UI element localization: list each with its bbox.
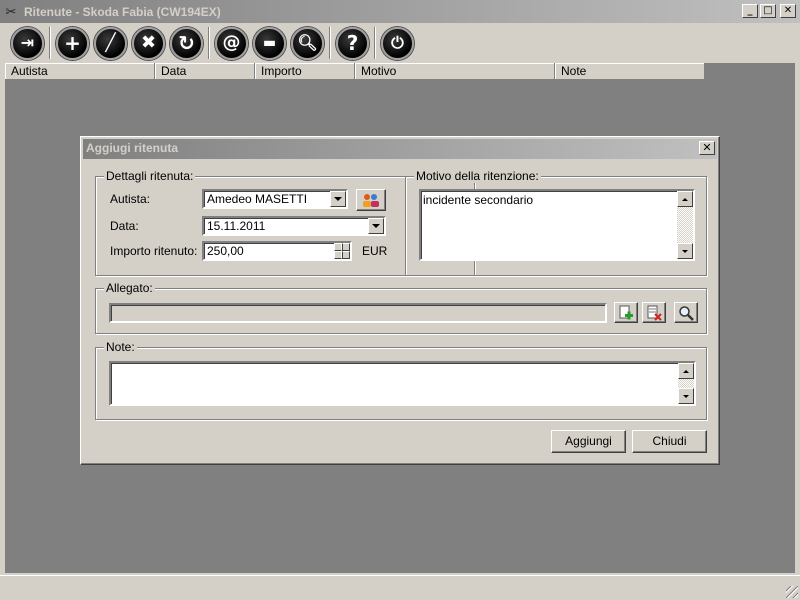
autista-value: Amedeo MASETTI <box>207 192 308 206</box>
add-attachment-icon[interactable] <box>614 302 638 323</box>
remove-attachment-icon[interactable] <box>642 302 666 323</box>
importo-label: Importo ritenuto: <box>110 244 198 258</box>
toolbar-separator <box>329 27 331 59</box>
attachment-group: Allegato: <box>95 281 707 334</box>
dialog-title: Aggiugi ritenuta <box>86 141 178 155</box>
column-header-importo[interactable]: Importo <box>255 63 355 80</box>
spin-down-icon[interactable] <box>334 251 350 259</box>
delete-icon[interactable]: ✖ <box>132 26 165 60</box>
window-title: Ritenute - Skoda Fabia (CW194EX) <box>24 4 221 19</box>
column-header-autista[interactable]: Autista <box>5 63 155 80</box>
exit-icon[interactable]: ⇥ <box>11 26 44 60</box>
people-icon[interactable] <box>356 189 386 211</box>
note-scrollbar[interactable] <box>678 363 694 404</box>
data-value: 15.11.2011 <box>207 219 266 233</box>
toolbar: ⇥ + ╱ ✖ ↻ @ ▬ 🔍︎ ? ⏻ <box>0 23 800 63</box>
spin-buttons[interactable] <box>334 243 350 259</box>
scroll-down-icon[interactable] <box>678 388 694 404</box>
data-label: Data: <box>110 219 139 233</box>
toolbar-separator <box>374 27 376 59</box>
note-textarea[interactable] <box>109 361 696 406</box>
autista-select[interactable]: Amedeo MASETTI <box>202 189 348 209</box>
reason-value: incidente secondario <box>423 193 534 207</box>
add-icon[interactable]: + <box>56 26 89 60</box>
add-withholding-dialog: Aggiugi ritenuta ✕ Dettagli ritenuta: Au… <box>80 136 720 465</box>
attachment-legend: Allegato: <box>104 281 155 295</box>
power-icon[interactable]: ⏻ <box>381 26 414 60</box>
print-icon[interactable]: ▬ <box>253 26 286 60</box>
attachment-path-field[interactable] <box>109 303 607 323</box>
details-legend: Dettagli ritenuta: <box>104 169 196 183</box>
dialog-close-icon[interactable]: ✕ <box>699 141 715 155</box>
reason-textarea[interactable]: incidente secondario <box>419 189 695 261</box>
main-titlebar: ✂ Ritenute - Skoda Fabia (CW194EX) _ □ ✕ <box>0 0 800 23</box>
data-date-picker[interactable]: 15.11.2011 <box>202 216 386 236</box>
spin-up-icon[interactable] <box>334 243 350 251</box>
close-button[interactable]: Chiudi <box>632 430 707 453</box>
scroll-up-icon[interactable] <box>678 363 694 379</box>
autista-label: Autista: <box>110 192 151 206</box>
dialog-titlebar: Aggiugi ritenuta ✕ <box>83 139 717 159</box>
note-legend: Note: <box>104 340 137 354</box>
list-header: Autista Data Importo Motivo Note <box>5 63 705 80</box>
refresh-icon[interactable]: ↻ <box>170 26 203 60</box>
importo-value: 250,00 <box>207 244 244 258</box>
view-attachment-icon[interactable] <box>674 302 698 323</box>
importo-stepper[interactable]: 250,00 <box>202 241 352 261</box>
column-header-data[interactable]: Data <box>155 63 255 80</box>
currency-label: EUR <box>362 244 388 258</box>
close-window-button[interactable]: ✕ <box>780 4 796 18</box>
edit-icon[interactable]: ╱ <box>94 26 127 60</box>
status-bar <box>0 575 800 600</box>
email-icon[interactable]: @ <box>215 26 248 60</box>
resize-grip-icon[interactable] <box>786 586 798 598</box>
reason-legend: Motivo della ritenzione: <box>414 169 541 183</box>
chevron-down-icon[interactable] <box>368 218 384 234</box>
note-group: Note: <box>95 340 707 420</box>
scissors-icon: ✂ <box>5 3 17 19</box>
scroll-up-icon[interactable] <box>677 191 693 207</box>
help-icon[interactable]: ? <box>336 26 369 60</box>
add-button[interactable]: Aggiungi <box>551 430 626 453</box>
maximize-button[interactable]: □ <box>760 4 776 18</box>
toolbar-separator <box>208 27 210 59</box>
minimize-button[interactable]: _ <box>742 4 758 18</box>
column-header-note[interactable]: Note <box>555 63 705 80</box>
column-header-motivo[interactable]: Motivo <box>355 63 555 80</box>
window-controls: _ □ ✕ <box>742 4 796 18</box>
toolbar-separator <box>49 27 51 59</box>
chevron-down-icon[interactable] <box>330 191 346 207</box>
reason-group: Motivo della ritenzione: incidente secon… <box>405 169 707 276</box>
reason-scrollbar[interactable] <box>677 191 693 259</box>
scroll-down-icon[interactable] <box>677 243 693 259</box>
search-icon[interactable]: 🔍︎ <box>291 26 324 60</box>
